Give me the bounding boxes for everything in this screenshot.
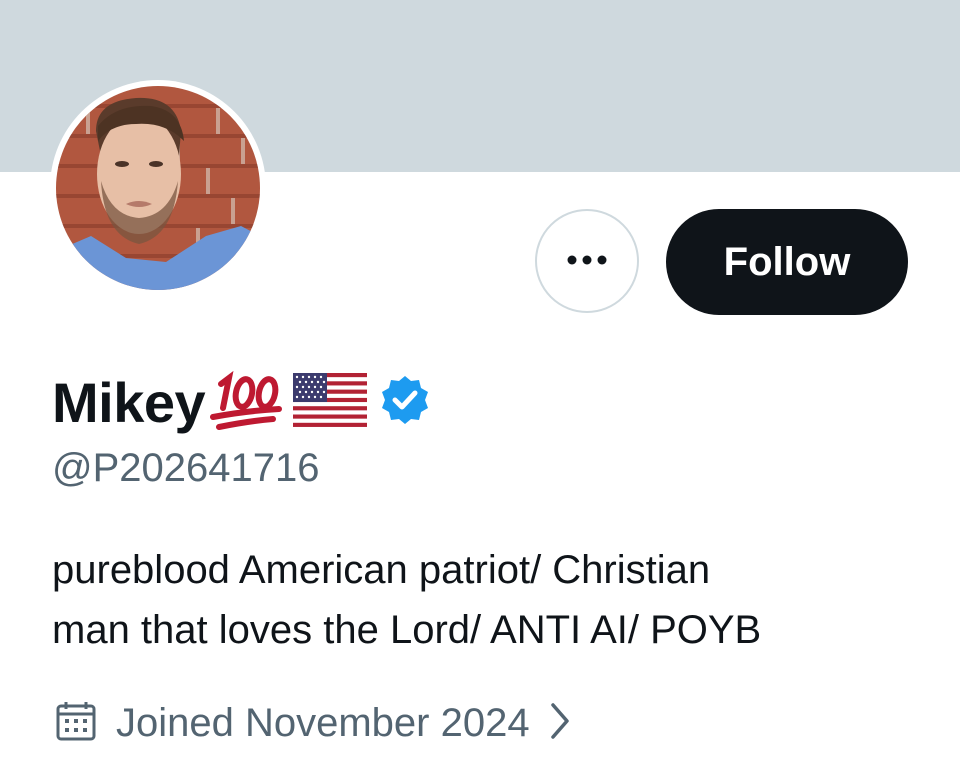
bio-line: pureblood American patriot/ Christian <box>52 548 711 592</box>
avatar[interactable] <box>56 86 260 290</box>
bio: pureblood American patriot/ Christian ma… <box>52 540 912 660</box>
chevron-right-icon <box>548 701 572 746</box>
user-handle: @P202641716 <box>52 446 320 490</box>
joined-date-text: Joined November 2024 <box>116 700 530 745</box>
verified-badge-icon[interactable] <box>379 374 431 431</box>
joined-date-row[interactable]: Joined November 2024 <box>54 697 572 749</box>
display-name-row: Mikey <box>52 364 431 440</box>
follow-button[interactable]: Follow <box>666 209 908 315</box>
us-flag-icon <box>293 372 368 432</box>
more-options-button[interactable] <box>535 209 639 313</box>
avatar-border <box>50 80 266 296</box>
more-options-icon <box>567 252 607 270</box>
hundred-points-icon <box>209 368 285 437</box>
avatar-photo <box>56 86 260 290</box>
bio-line: man that loves the Lord/ ANTI AI/ POYB <box>52 608 762 652</box>
display-name: Mikey <box>52 370 206 434</box>
calendar-icon <box>54 699 98 748</box>
